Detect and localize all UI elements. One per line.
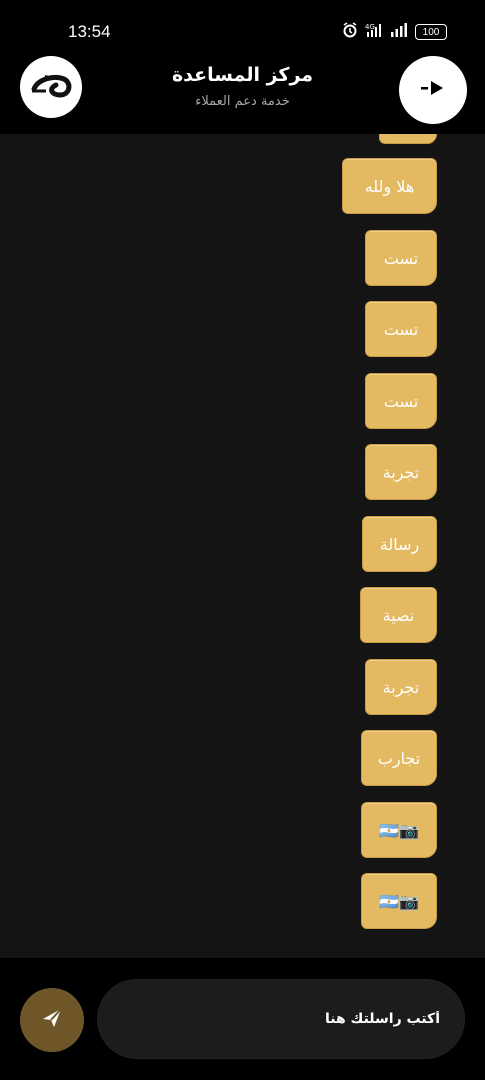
status-time: 13:54 xyxy=(68,22,111,41)
message-bubble[interactable]: تست xyxy=(365,373,437,429)
message-bubble[interactable]: تجربة xyxy=(365,444,437,500)
message-composer xyxy=(0,958,485,1080)
status-bar: 13:54 4G 100 xyxy=(0,0,485,60)
alarm-icon xyxy=(342,22,358,42)
play-icon xyxy=(419,78,447,102)
message-bubble[interactable]: تجارب xyxy=(361,730,437,786)
message-bubble[interactable]: رسالة xyxy=(362,516,437,572)
message-bubble[interactable]: نصية xyxy=(360,587,437,643)
chat-area[interactable]: هلا ولله تست تست تست تجربة رسالة نصية تج… xyxy=(0,134,485,958)
message-bubble[interactable]: تجربة xyxy=(365,659,437,715)
send-button[interactable] xyxy=(20,988,84,1052)
message-bubble[interactable]: 🇦🇷📷 xyxy=(361,802,437,858)
message-bubble[interactable]: تست xyxy=(365,301,437,357)
send-icon xyxy=(39,1005,65,1035)
svg-text:4G: 4G xyxy=(365,23,375,31)
message-bubble-partial[interactable] xyxy=(379,134,437,144)
message-bubble[interactable]: هلا ولله xyxy=(342,158,437,214)
message-bubble[interactable]: تست xyxy=(365,230,437,286)
message-bubble[interactable]: 🇦🇷📷 xyxy=(361,873,437,929)
battery-indicator: 100 xyxy=(415,24,447,40)
signal-4g-icon: 4G xyxy=(365,22,383,42)
call-button[interactable] xyxy=(399,56,467,124)
chat-header: مركز المساعدة خدمة دعم العملاء xyxy=(0,56,485,134)
status-icons: 4G 100 xyxy=(342,22,447,42)
message-input[interactable] xyxy=(97,979,465,1059)
signal-icon xyxy=(390,22,408,42)
